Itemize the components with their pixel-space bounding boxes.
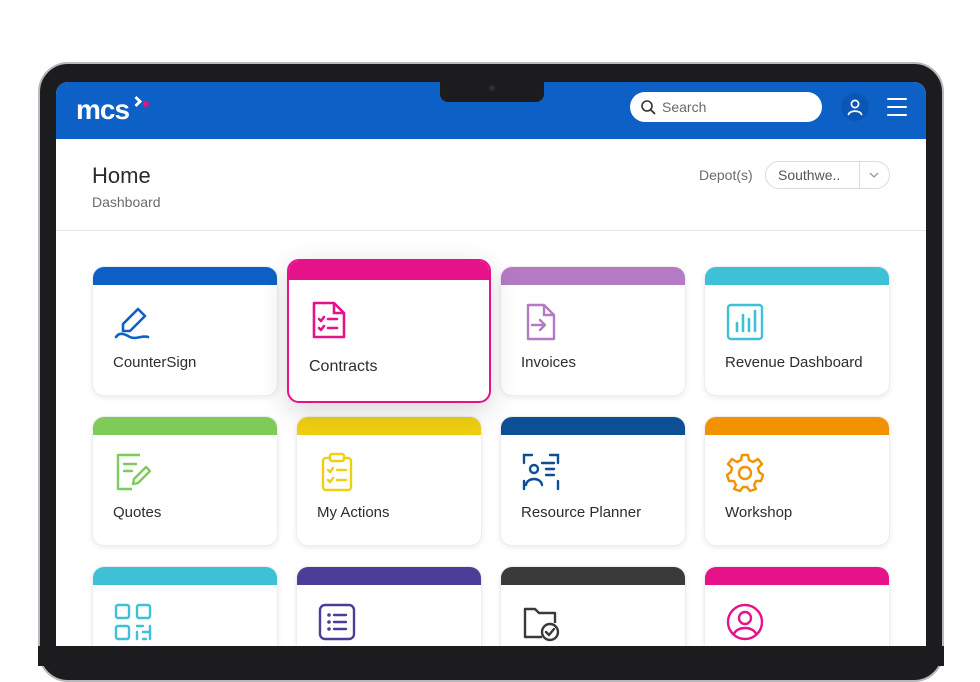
tile-revenue-dashboard[interactable]: Revenue Dashboard	[704, 266, 890, 396]
tile-quotes[interactable]: Quotes	[92, 416, 278, 546]
tile-strip	[93, 267, 277, 285]
depot-label: Depot(s)	[699, 167, 753, 183]
tile-strip	[705, 417, 889, 435]
tile-label: Resource Planner	[521, 504, 642, 521]
tile-list[interactable]	[296, 566, 482, 648]
clipboard-checklist-icon	[321, 452, 353, 492]
bar-chart-icon	[726, 303, 764, 341]
invoice-import-icon	[526, 303, 556, 341]
tile-strip	[705, 267, 889, 285]
tile-strip	[289, 261, 489, 280]
tile-label: Invoices	[521, 354, 577, 371]
signature-icon	[114, 307, 150, 340]
tile-strip	[297, 567, 481, 585]
tile-strip	[705, 567, 889, 585]
tile-strip	[297, 417, 481, 435]
tile-strip	[93, 417, 277, 435]
user-profile-button[interactable]	[841, 93, 869, 121]
logo-mark-icon	[131, 96, 150, 114]
tile-strip	[501, 417, 685, 435]
tile-label: Workshop	[725, 504, 793, 521]
tile-folder-check[interactable]	[500, 566, 686, 648]
menu-line	[887, 106, 907, 108]
chevron-down-icon[interactable]	[858, 162, 889, 188]
tile-label: Quotes	[113, 504, 162, 521]
breadcrumb[interactable]: Dashboard	[92, 194, 161, 210]
page-title: Home	[92, 163, 151, 188]
logo-text: mcs	[76, 94, 130, 125]
mcs-logo[interactable]: mcs	[76, 94, 150, 126]
list-icon	[318, 603, 356, 641]
tile-label: CounterSign	[113, 354, 197, 371]
tile-label: Revenue Dashboard	[725, 354, 863, 371]
tile-workshop[interactable]: Workshop	[704, 416, 890, 546]
tile-qr-code[interactable]	[92, 566, 278, 648]
gear-icon	[725, 453, 765, 493]
tile-label: Contracts	[309, 358, 378, 375]
depot-selected-value: Southwe..	[778, 167, 841, 183]
person-card-icon	[522, 453, 560, 491]
menu-line	[887, 98, 907, 100]
tile-my-actions[interactable]: My Actions	[296, 416, 482, 546]
tile-strip	[501, 567, 685, 585]
menu-line	[887, 114, 907, 116]
edit-document-icon	[116, 453, 152, 491]
tile-user-profile[interactable]	[704, 566, 890, 648]
tile-resource-planner[interactable]: Resource Planner	[500, 416, 686, 546]
search-icon	[641, 100, 656, 115]
depot-select[interactable]: Southwe..	[765, 161, 890, 189]
hamburger-menu-button[interactable]	[887, 98, 907, 116]
tile-countersign[interactable]: CounterSign	[92, 266, 278, 396]
tile-strip	[501, 267, 685, 285]
tile-contracts[interactable]: Contracts	[287, 259, 491, 403]
tile-invoices[interactable]: Invoices	[500, 266, 686, 396]
page-header: Home Dashboard Depot(s) Southwe..	[56, 139, 926, 231]
user-circle-icon	[726, 603, 764, 641]
tile-label: My Actions	[317, 504, 390, 521]
qr-code-icon	[114, 603, 152, 641]
folder-check-icon	[523, 607, 560, 642]
camera	[489, 85, 495, 91]
search-box[interactable]	[630, 92, 822, 122]
user-icon	[847, 99, 863, 116]
laptop-bottom-bezel	[38, 646, 944, 666]
app-screen: mcs Home Dashboard Depot(s)	[56, 82, 926, 648]
tile-strip	[93, 567, 277, 585]
contract-checklist-icon	[312, 301, 346, 339]
search-input[interactable]	[662, 99, 802, 115]
